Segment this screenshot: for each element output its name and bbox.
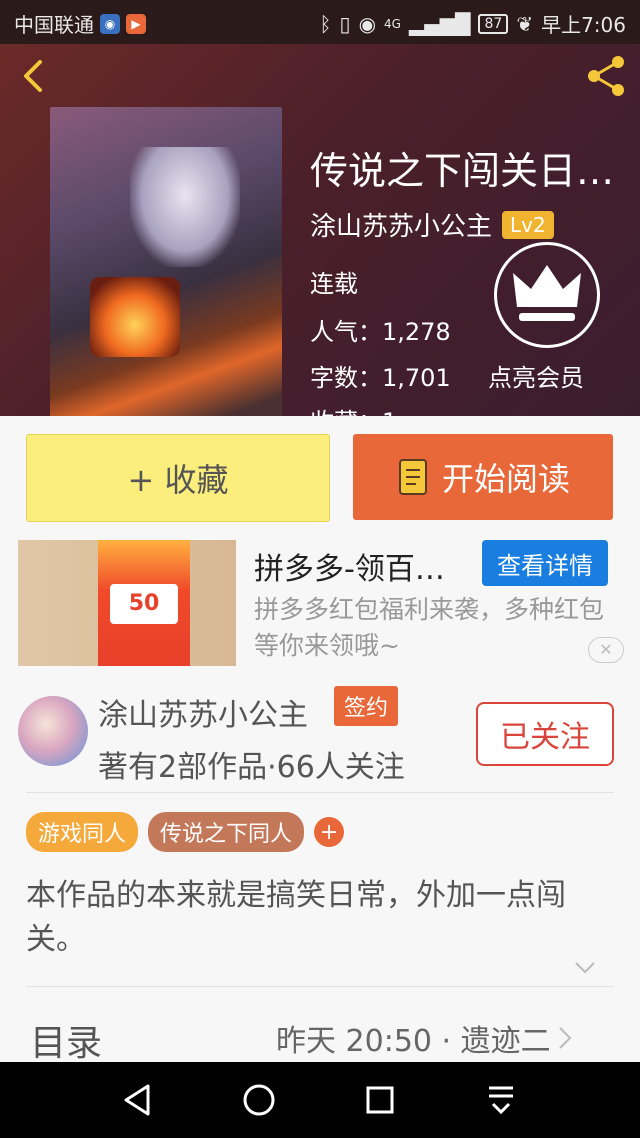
tag-game-fanfic[interactable]: 游戏同人 bbox=[26, 812, 139, 852]
carrier-label: 中国联通 bbox=[14, 13, 94, 37]
cover-fireplace bbox=[90, 277, 180, 357]
share-icon[interactable] bbox=[582, 52, 630, 100]
level-badge: Lv2 bbox=[502, 210, 554, 239]
chevron-right-icon bbox=[558, 1027, 572, 1049]
bluetooth-icon: ᛒ bbox=[319, 11, 332, 36]
start-reading-button[interactable]: 开始阅读 bbox=[353, 434, 613, 520]
system-nav-bar bbox=[0, 1062, 640, 1138]
ad-details-button[interactable]: 查看详情 bbox=[482, 540, 608, 586]
nav-back-icon[interactable] bbox=[118, 1080, 158, 1120]
cover-character bbox=[130, 147, 240, 267]
popularity-stat: 人气：1,278 bbox=[310, 318, 451, 346]
toc-title[interactable]: 目录 bbox=[30, 1014, 102, 1066]
toc-latest-chapter[interactable]: 昨天 20:50 · 遗迹二 bbox=[276, 1016, 573, 1060]
chevron-down-icon[interactable] bbox=[572, 958, 598, 978]
latest-chapter-label: 昨天 20:50 · 遗迹二 bbox=[276, 1024, 551, 1059]
ad-close-icon[interactable]: ✕ bbox=[588, 637, 624, 663]
ad-amount: 50 bbox=[110, 584, 178, 624]
book-header: 传说之下闯关日… 涂山苏苏小公主 Lv2 连载 人气：1,278 字数：1,70… bbox=[0, 44, 640, 416]
start-reading-label: 开始阅读 bbox=[441, 460, 570, 498]
author-card-info: 著有2部作品·66人关注 bbox=[98, 750, 405, 785]
book-icon bbox=[398, 459, 427, 495]
add-tag-button[interactable]: + bbox=[314, 817, 345, 847]
status-bar: 中国联通 ◉ ▶ ᛒ ▯ ◉ 4G ▂▄▆█ 87 ❦ 早上7:06 bbox=[0, 0, 640, 44]
book-title: 传说之下闯关日… bbox=[310, 149, 615, 193]
eye-comfort-icon: ◉ bbox=[358, 11, 377, 36]
signed-badge: 签约 bbox=[334, 686, 399, 726]
leaf-icon: ❦ bbox=[516, 11, 534, 36]
word-count-stat: 字数：1,701 bbox=[310, 364, 451, 392]
crown-icon bbox=[513, 265, 581, 321]
divider bbox=[26, 986, 614, 987]
ad-image[interactable]: 50 bbox=[18, 540, 236, 666]
vip-label[interactable]: 点亮会员 bbox=[488, 358, 584, 393]
author-name[interactable]: 涂山苏苏小公主 bbox=[310, 206, 492, 243]
book-cover[interactable] bbox=[50, 107, 282, 416]
tag-undertale-fanfic[interactable]: 传说之下同人 bbox=[148, 812, 305, 852]
signal-icon: ▂▄▆█ bbox=[408, 11, 471, 36]
book-description: 本作品的本来就是搞笑日常，外加一点闯关。 bbox=[26, 878, 566, 957]
video-app-icon: ▶ bbox=[126, 13, 146, 34]
nav-notification-shade-icon[interactable] bbox=[481, 1080, 521, 1120]
divider bbox=[26, 792, 614, 793]
serial-status: 连载 bbox=[310, 270, 358, 298]
nav-recents-icon[interactable] bbox=[360, 1080, 400, 1120]
add-favorite-button[interactable]: + 收藏 bbox=[26, 434, 330, 522]
favorites-stat: 收藏：1 bbox=[310, 402, 397, 416]
back-icon[interactable] bbox=[14, 56, 54, 96]
followed-button[interactable]: 已关注 bbox=[476, 702, 614, 766]
nav-home-icon[interactable] bbox=[239, 1080, 279, 1120]
author-row: 涂山苏苏小公主 Lv2 bbox=[310, 206, 554, 243]
author-card-name[interactable]: 涂山苏苏小公主 bbox=[98, 690, 308, 734]
clock: 早上7:06 bbox=[541, 13, 626, 37]
vip-crown-button[interactable] bbox=[494, 242, 600, 348]
ad-title[interactable]: 拼多多-领百… bbox=[254, 544, 474, 588]
avatar[interactable] bbox=[18, 696, 88, 766]
network-type-label: 4G bbox=[384, 16, 401, 31]
vibrate-icon: ▯ bbox=[339, 11, 351, 36]
ad-description: 拼多多红包福利来袭，多种红包等你来领哦~ bbox=[254, 595, 605, 660]
app-notification-icon: ◉ bbox=[100, 13, 120, 34]
battery-indicator: 87 bbox=[478, 13, 509, 34]
tag-list: 游戏同人 传说之下同人 + bbox=[26, 812, 345, 852]
